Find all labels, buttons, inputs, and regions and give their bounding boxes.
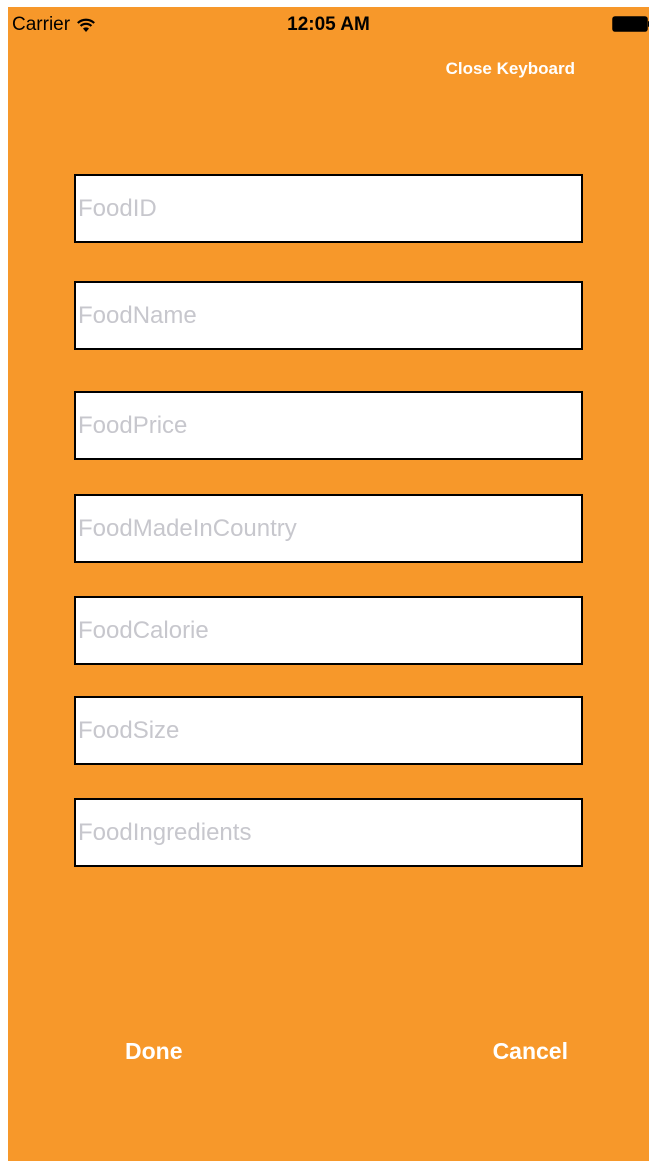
food-size-field[interactable] [74, 696, 583, 765]
food-ingredients-field[interactable] [74, 798, 583, 867]
battery-full-icon [612, 16, 649, 32]
close-keyboard-button[interactable]: Close Keyboard [446, 59, 575, 79]
status-time: 12:05 AM [287, 14, 370, 35]
food-name-field[interactable] [74, 281, 583, 350]
food-calorie-field[interactable] [74, 596, 583, 665]
food-price-field[interactable] [74, 391, 583, 460]
done-button[interactable]: Done [125, 1038, 183, 1065]
status-bar: Carrier 12:05 AM [8, 7, 649, 43]
food-id-field[interactable] [74, 174, 583, 243]
cancel-button[interactable]: Cancel [493, 1038, 568, 1065]
app-screen: Carrier 12:05 AM Close Keyboard Done Can… [8, 7, 649, 1161]
food-made-in-country-field[interactable] [74, 494, 583, 563]
